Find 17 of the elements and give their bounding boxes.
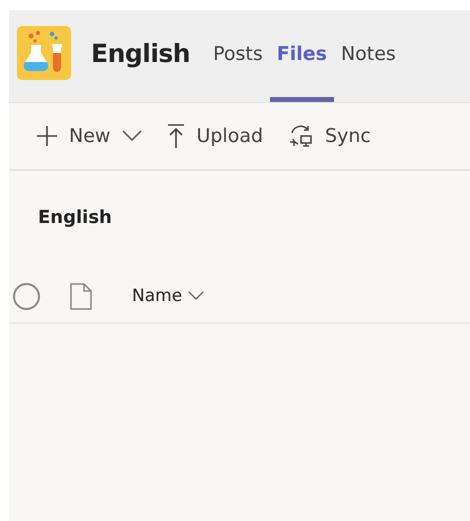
column-header[interactable]: Name [132,286,204,306]
tab[interactable]: Files [270,10,334,102]
flask-icon [17,26,71,80]
chevron-down-icon [188,291,204,301]
breadcrumb: English [38,207,113,228]
sync-button[interactable]: Sync [289,125,371,147]
tab[interactable]: Posts [206,10,270,102]
select-all-checkbox[interactable] [13,282,40,310]
upload-button[interactable]: Upload [168,124,264,148]
chevron-down-icon [122,130,142,142]
team-name: English [91,38,190,68]
file-icon [70,282,92,310]
new-button[interactable]: New [37,125,142,147]
sync-icon [289,125,314,147]
tab[interactable]: Notes [334,10,403,102]
upload-icon [168,124,184,148]
plus-icon [37,126,57,146]
